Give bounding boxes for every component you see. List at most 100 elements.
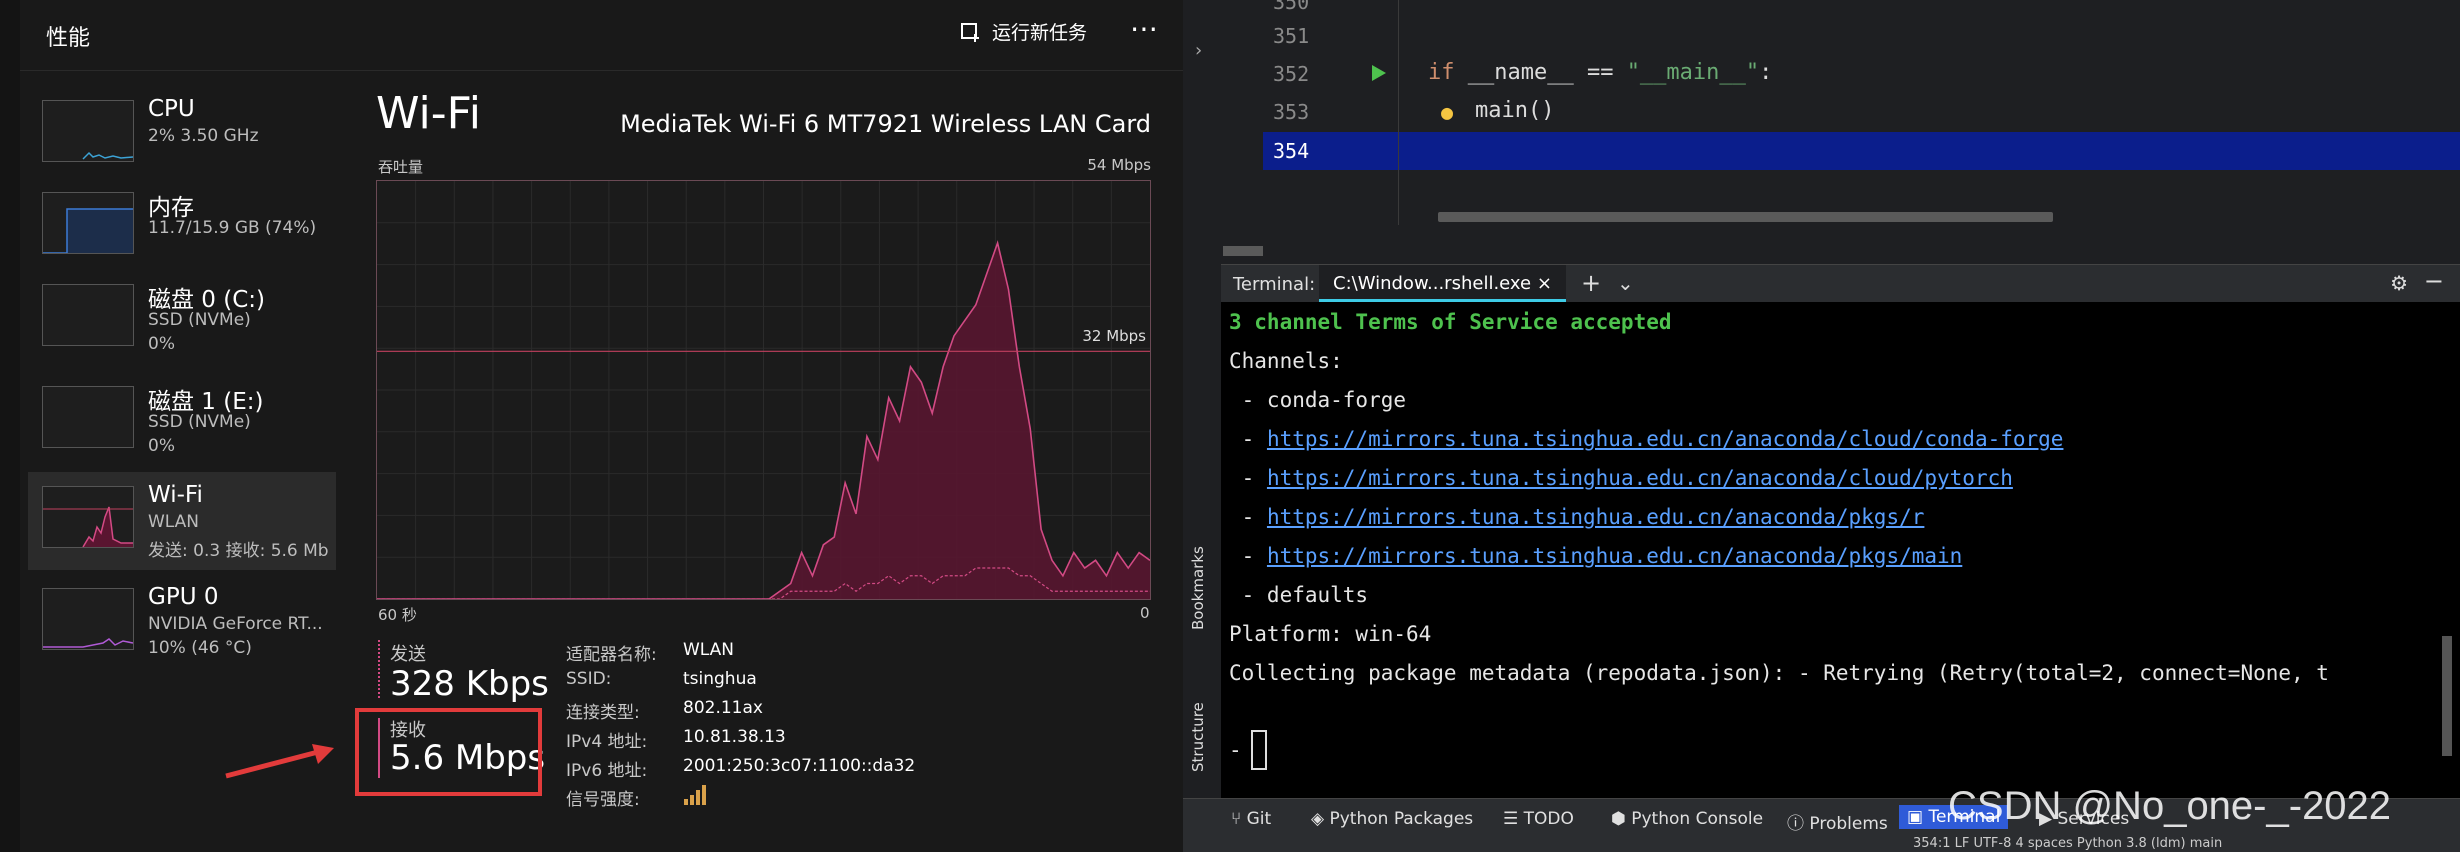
mirror-link[interactable]: https://mirrors.tuna.tsinghua.edu.cn/ana… <box>1267 505 1924 529</box>
python-console-tab[interactable]: ⬢ Python Console <box>1611 809 1763 829</box>
detail-value: 10.81.38.13 <box>683 727 786 747</box>
sidebar-item-disk-0[interactable]: 磁盘 0 (C:) SSD (NVMe) 0% <box>28 270 336 368</box>
sidebar-item-detail: 11.7/15.9 GB (74%) <box>148 218 317 238</box>
problems-label: Problems <box>1809 814 1888 834</box>
line-number: 353 <box>1273 100 1310 124</box>
mid-scale-label: 32 Mbps <box>1082 327 1146 345</box>
sidebar-item-usage: 发送: 0.3 接收: 5.6 Mb <box>148 541 329 561</box>
line-number: 354 <box>1273 139 1310 163</box>
terminal-scrollbar[interactable] <box>2442 636 2452 756</box>
line-number: 350 <box>1273 0 1310 14</box>
terminal-header: Terminal: C:\Window...rshell.exe × + ⌄ ⚙… <box>1221 264 2460 303</box>
detail-key: 适配器名称: <box>566 645 657 665</box>
nav-strip <box>0 0 20 852</box>
sidebar-item-label: GPU 0 <box>148 584 219 610</box>
send-label: 发送 <box>390 644 426 665</box>
send-indicator <box>378 640 382 698</box>
problems-tab[interactable]: ⓘ Problems <box>1787 809 1888 834</box>
sidebar-item-memory[interactable]: 内存 11.7/15.9 GB (74%) <box>28 178 336 276</box>
git-tab[interactable]: ⑂ Git <box>1231 809 1271 829</box>
gpu-thumbnail <box>42 588 134 650</box>
signal-strength-icon <box>684 785 706 805</box>
terminal-title: Terminal: <box>1233 274 1316 295</box>
disk-0-thumbnail <box>42 284 134 346</box>
code-name: __name__ == <box>1454 60 1627 85</box>
todo-tab[interactable]: ☰ TODO <box>1503 809 1574 829</box>
minimize-icon[interactable]: − <box>2424 267 2444 295</box>
status-bar: 354:1 LF UTF-8 4 spaces Python 3.8 (ldm)… <box>1183 836 2460 852</box>
detail-key: 连接类型: <box>566 703 640 723</box>
terminal-line: Platform: win-64 <box>1229 622 1432 646</box>
sidebar-item-cpu[interactable]: CPU 2% 3.50 GHz <box>28 86 336 184</box>
lightbulb-icon[interactable]: ● <box>1441 100 1453 124</box>
mirror-link[interactable]: https://mirrors.tuna.tsinghua.edu.cn/ana… <box>1267 466 2013 490</box>
code-editor[interactable]: 350 351 352 353 354 if __name__ == "__ma… <box>1223 0 2460 260</box>
x-axis-left-label: 60 秒 <box>378 606 417 624</box>
mini-scrollbar[interactable] <box>1223 246 1263 256</box>
bullet: - <box>1229 466 1267 490</box>
throughput-chart <box>377 181 1151 600</box>
todo-label: TODO <box>1523 809 1574 829</box>
chevron-down-icon[interactable]: ⌄ <box>1617 271 1634 295</box>
left-tool-gutter: › <box>1183 0 1223 260</box>
terminal-line: - conda-forge <box>1229 388 1407 412</box>
disk-1-thumbnail <box>42 386 134 448</box>
sidebar-item-label: Wi-Fi <box>148 482 203 508</box>
sidebar-item-usage: 0% <box>148 334 175 354</box>
terminal-line: Collecting package metadata (repodata.js… <box>1229 661 2329 685</box>
sidebar-item-wifi[interactable]: Wi-Fi WLAN 发送: 0.3 接收: 5.6 Mb <box>28 472 336 570</box>
chevron-right-icon[interactable]: › <box>1195 40 1202 61</box>
sidebar-item-detail: 2% 3.50 GHz <box>148 126 259 146</box>
mirror-link[interactable]: https://mirrors.tuna.tsinghua.edu.cn/ana… <box>1267 427 2064 451</box>
terminal-tab-label: C:\Window...rshell.exe <box>1333 273 1532 294</box>
sidebar-item-gpu-0[interactable]: GPU 0 NVIDIA GeForce RT... 10% (46 °C) <box>28 574 336 672</box>
code-colon: : <box>1759 60 1773 85</box>
send-value: 328 Kbps <box>390 664 549 704</box>
sidebar-item-detail: SSD (NVMe) <box>148 412 251 432</box>
string-literal: "__main__" <box>1626 60 1760 85</box>
terminal-output[interactable]: 3 channel Terms of Service accepted Chan… <box>1221 302 2460 798</box>
detail-value: WLAN <box>683 640 735 660</box>
detail-value: 2001:250:3c07:1100::da32 <box>683 756 916 776</box>
sidebar-item-detail: NVIDIA GeForce RT... <box>148 614 323 634</box>
python-packages-tab[interactable]: ◈ Python Packages <box>1311 809 1473 829</box>
plus-icon[interactable]: + <box>1581 269 1601 297</box>
terminal-tab[interactable]: C:\Window...rshell.exe × <box>1319 265 1566 303</box>
sidebar-item-usage: 0% <box>148 436 175 456</box>
gutter-divider <box>1398 0 1399 225</box>
close-icon[interactable]: × <box>1537 273 1552 294</box>
keyword: if <box>1428 60 1455 85</box>
git-label: Git <box>1246 809 1272 829</box>
sidebar-item-disk-1[interactable]: 磁盘 1 (E:) SSD (NVMe) 0% <box>28 372 336 470</box>
max-scale-label: 54 Mbps <box>1087 156 1151 174</box>
watermark: CSDN @No_one-_-2022 <box>1948 784 2392 828</box>
detail-value: tsinghua <box>683 669 757 689</box>
wifi-title: Wi-Fi <box>376 88 481 139</box>
x-axis-right-label: 0 <box>1140 604 1150 622</box>
header-bar: 性能 运行新任务 ⋯ <box>20 0 1183 71</box>
red-arrow-icon <box>225 744 334 779</box>
line-number: 351 <box>1273 24 1310 48</box>
wifi-thumbnail <box>42 486 134 548</box>
terminal-line: - defaults <box>1229 583 1369 607</box>
gear-icon[interactable]: ⚙ <box>2390 271 2408 295</box>
bookmarks-tab[interactable]: Bookmarks <box>1189 546 1207 630</box>
run-new-task-label: 运行新任务 <box>992 22 1088 44</box>
bullet: - <box>1229 427 1267 451</box>
page-title: 性能 <box>46 26 91 51</box>
terminal-line: - https://mirrors.tuna.tsinghua.edu.cn/a… <box>1229 466 2013 490</box>
terminal-line: 3 channel Terms of Service accepted <box>1229 310 1672 334</box>
run-icon[interactable] <box>1371 64 1387 82</box>
cpu-thumbnail <box>42 100 134 162</box>
ellipsis-icon[interactable]: ⋯ <box>1130 12 1159 45</box>
task-manager-window: 性能 运行新任务 ⋯ CPU 2% 3.50 GHz 内存 11.7/15.9 … <box>0 0 1183 852</box>
detail-key: SSID: <box>566 669 612 689</box>
structure-tab[interactable]: Structure <box>1189 702 1207 772</box>
mirror-link[interactable]: https://mirrors.tuna.tsinghua.edu.cn/ana… <box>1267 544 1962 568</box>
run-new-task-button[interactable]: 运行新任务 <box>960 18 1087 45</box>
throughput-graph: 32 Mbps <box>376 180 1151 600</box>
horizontal-scrollbar[interactable] <box>1438 212 2053 222</box>
code-line: main() <box>1475 98 1555 123</box>
current-line-highlight <box>1263 132 2460 170</box>
new-task-icon <box>961 22 979 42</box>
